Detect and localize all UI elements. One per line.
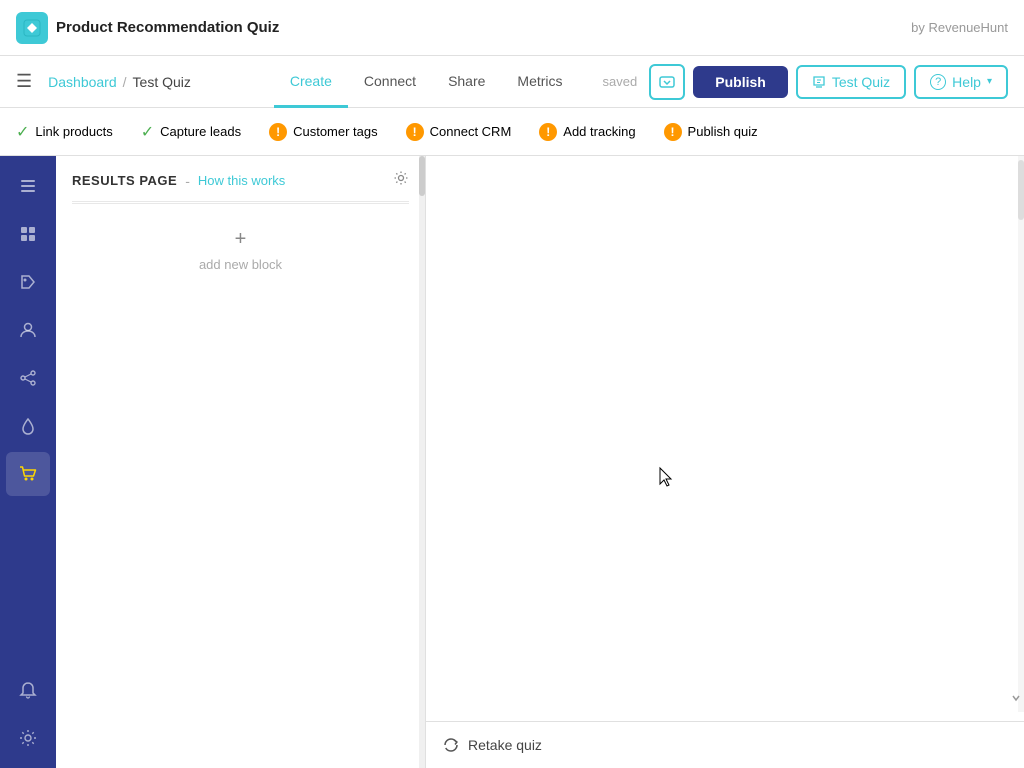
add-tracking-warning-icon: ! [539,123,557,141]
sidebar-icon-drop[interactable] [6,404,50,448]
help-chevron-icon: ▾ [987,76,992,87]
capture-leads-label: Capture leads [160,124,241,139]
tab-create[interactable]: Create [274,57,348,108]
help-label: Help [952,74,981,90]
content-panel: RESULTS PAGE - How this works + add new … [56,156,426,768]
saved-indicator: saved [603,74,638,89]
customer-tags-label: Customer tags [293,124,378,139]
checklist-bar: ✓ Link products ✓ Capture leads ! Custom… [0,108,1024,156]
sidebar-icon-share[interactable] [6,356,50,400]
retake-quiz-label: Retake quiz [468,737,542,753]
preview-scrollbar-track[interactable] [1018,156,1024,712]
header: Product Recommendation Quiz by RevenueHu… [0,0,1024,56]
link-products-check-icon: ✓ [16,122,29,142]
checklist-publish-quiz[interactable]: ! Publish quiz [664,123,758,141]
header-by: by RevenueHunt [911,20,1008,35]
results-page-title: RESULTS PAGE [72,173,177,188]
add-tracking-label: Add tracking [563,124,635,139]
header-divider [72,201,409,202]
capture-leads-check-icon: ✓ [141,122,154,142]
preview-icon-button[interactable] [649,64,685,100]
results-page-header: RESULTS PAGE - How this works [56,156,425,201]
hamburger-menu[interactable]: ☰ [16,71,32,92]
scroll-down-chevron-icon[interactable] [1011,690,1021,706]
tab-share[interactable]: Share [432,57,501,108]
tab-metrics[interactable]: Metrics [501,57,578,108]
breadcrumb-separator: / [123,74,127,90]
publish-button[interactable]: Publish [693,66,788,98]
help-button[interactable]: ? Help ▾ [914,65,1008,99]
sidebar-icon-cart[interactable] [6,452,50,496]
test-quiz-label: Test Quiz [832,74,890,90]
sidebar-icon-bell[interactable] [6,668,50,712]
app-logo: Product Recommendation Quiz [16,12,279,44]
checklist-capture-leads[interactable]: ✓ Capture leads [141,122,241,142]
publish-quiz-label: Publish quiz [688,124,758,139]
add-block-plus-icon: + [235,228,247,251]
test-quiz-button[interactable]: Test Quiz [796,65,906,99]
breadcrumb-current: Test Quiz [133,74,191,90]
scrollbar-track[interactable] [419,156,425,768]
sidebar [0,156,56,768]
sidebar-icon-tag[interactable] [6,260,50,304]
results-page-settings-icon[interactable] [393,170,409,191]
link-products-label: Link products [35,124,112,139]
scrollbar-thumb[interactable] [419,156,425,196]
retake-quiz-button[interactable]: Retake quiz [442,736,542,754]
publish-quiz-warning-icon: ! [664,123,682,141]
nav-tabs: Create Connect Share Metrics [274,56,579,107]
help-icon: ? [930,74,946,90]
checklist-connect-crm[interactable]: ! Connect CRM [406,123,512,141]
logo-icon [16,12,48,44]
main-layout: RESULTS PAGE - How this works + add new … [0,156,1024,768]
preview-bottom-bar: Retake quiz [426,721,1024,768]
sidebar-icon-grid[interactable] [6,212,50,256]
sidebar-icon-settings[interactable] [6,716,50,760]
breadcrumb-dashboard[interactable]: Dashboard [48,74,117,90]
preview-area: Retake quiz [426,156,1024,768]
connect-crm-label: Connect CRM [430,124,512,139]
sidebar-icon-list[interactable] [6,164,50,208]
add-block-label: add new block [199,257,282,272]
preview-content [426,156,1024,721]
add-block-button[interactable]: + add new block [56,204,425,296]
checklist-add-tracking[interactable]: ! Add tracking [539,123,635,141]
checklist-link-products[interactable]: ✓ Link products [16,122,113,142]
preview-scrollbar-thumb[interactable] [1018,160,1024,220]
results-page-dash: - [185,173,190,189]
customer-tags-warning-icon: ! [269,123,287,141]
how-this-works-link[interactable]: How this works [198,173,285,188]
breadcrumb: Dashboard / Test Quiz [48,74,191,90]
sidebar-icon-user[interactable] [6,308,50,352]
tab-connect[interactable]: Connect [348,57,432,108]
nav-bar: ☰ Dashboard / Test Quiz Create Connect S… [0,56,1024,108]
connect-crm-warning-icon: ! [406,123,424,141]
checklist-customer-tags[interactable]: ! Customer tags [269,123,378,141]
app-title: Product Recommendation Quiz [56,19,279,36]
content-scroll[interactable]: RESULTS PAGE - How this works + add new … [56,156,425,768]
cursor [656,466,680,493]
